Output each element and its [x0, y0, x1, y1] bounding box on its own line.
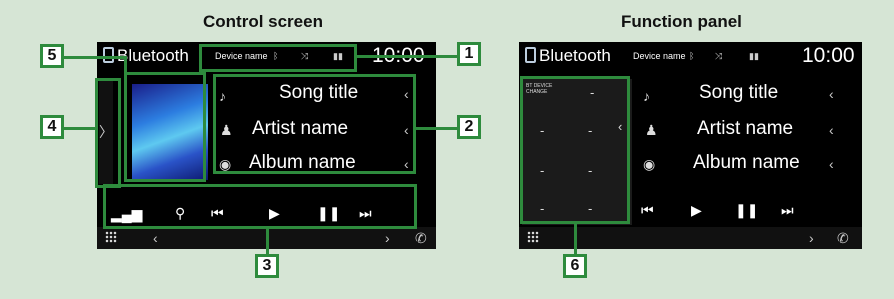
album-name: Album name: [249, 152, 356, 173]
panel-dash-5[interactable]: -: [588, 163, 592, 178]
function-panel-screen: Bluetooth Device name ᛒ ⤨ ▮▮ 10:00 BT DE…: [519, 42, 862, 249]
bluetooth-icon-2: ᛒ: [689, 51, 695, 61]
music-note-icon: ♪: [219, 88, 226, 104]
signal-icon: ▮▮: [333, 51, 343, 61]
song-chevron-icon-2[interactable]: ‹: [829, 86, 834, 102]
function-panel: BT DEVICE CHANGE - - - ‹ - - - -: [522, 79, 632, 225]
shuffle-icon-2: ⤨: [715, 51, 723, 61]
search-icon[interactable]: ⚲: [175, 205, 185, 222]
previous-icon[interactable]: ⏮: [211, 205, 224, 222]
album-art[interactable]: [132, 84, 208, 180]
next-icon-2[interactable]: ⏭: [781, 202, 794, 219]
control-screen: Bluetooth Device name ᛒ ⤨ ▮▮ 10:00 〉 ♪ S…: [97, 42, 436, 249]
callout-line-2: [416, 127, 457, 130]
callout-number-2: 2: [457, 115, 481, 139]
equalizer-icon[interactable]: ▂▄▆: [111, 206, 142, 223]
left-chevron-icon[interactable]: ‹: [153, 230, 158, 246]
top-bar-2: Bluetooth Device name ᛒ ⤨ ▮▮ 10:00: [519, 42, 862, 70]
pause-icon-2[interactable]: ❚❚: [735, 202, 758, 219]
callout-line-5: [64, 56, 124, 59]
panel-dash-3[interactable]: -: [588, 123, 592, 138]
panel-dash-2[interactable]: -: [540, 123, 544, 138]
callout-line-3: [266, 229, 269, 254]
callout-number-6: 6: [563, 254, 587, 278]
song-title-2: Song title: [699, 82, 779, 103]
artist-chevron-icon[interactable]: ‹: [404, 122, 409, 138]
artist-icon: ♟: [220, 122, 233, 138]
signal-icon-2: ▮▮: [749, 51, 759, 61]
callout-number-3: 3: [255, 254, 279, 278]
bluetooth-icon: ᛒ: [273, 51, 279, 61]
bottom-bar-2: › ✆: [519, 227, 862, 249]
album-chevron-icon-2[interactable]: ‹: [829, 156, 834, 172]
next-icon[interactable]: ⏭: [359, 205, 372, 222]
panel-collapse-chevron-icon[interactable]: ‹: [618, 119, 622, 134]
panel-dash-7[interactable]: -: [588, 201, 592, 216]
previous-icon-2[interactable]: ⏮: [641, 202, 654, 219]
disc-icon: ◉: [219, 156, 232, 172]
source-label-2[interactable]: Bluetooth: [539, 46, 611, 66]
device-name-2: Device name: [633, 51, 686, 61]
album-chevron-icon[interactable]: ‹: [404, 156, 409, 172]
artist-name: Artist name: [252, 118, 349, 139]
phone-call-icon-2[interactable]: ✆: [837, 230, 849, 247]
phone-icon-2: [525, 47, 536, 63]
artist-icon-2: ♟: [645, 122, 658, 138]
function-panel-heading: Function panel: [621, 12, 742, 31]
artist-chevron-icon-2[interactable]: ‹: [829, 122, 834, 138]
menu-grid-icon-2[interactable]: [527, 231, 539, 243]
right-chevron-icon-2[interactable]: ›: [809, 230, 814, 246]
function-panel-tab[interactable]: 〉: [99, 80, 113, 184]
song-title: Song title: [279, 82, 359, 103]
callout-number-4: 4: [40, 115, 64, 139]
callout-line-6: [574, 224, 577, 254]
callout-line-1: [357, 55, 457, 58]
callout-number-5: 5: [40, 44, 64, 68]
callout-line-4: [64, 127, 95, 130]
panel-dash-4[interactable]: -: [540, 163, 544, 178]
right-chevron-icon[interactable]: ›: [385, 230, 390, 246]
callout-number-1: 1: [457, 42, 481, 66]
panel-dash-1[interactable]: -: [590, 85, 594, 100]
panel-dash-6[interactable]: -: [540, 201, 544, 216]
callout-line-5b: [124, 56, 127, 72]
phone-icon: [103, 47, 114, 63]
clock-2: 10:00: [802, 44, 855, 67]
play-icon[interactable]: ▶: [269, 205, 280, 222]
pause-icon[interactable]: ❚❚: [317, 205, 340, 222]
phone-call-icon[interactable]: ✆: [415, 230, 427, 247]
song-chevron-icon[interactable]: ‹: [404, 86, 409, 102]
play-icon-2[interactable]: ▶: [691, 202, 702, 219]
device-name: Device name: [215, 51, 268, 61]
shuffle-icon: ⤨: [301, 51, 309, 61]
artist-name-2: Artist name: [697, 118, 794, 139]
bt-device-change-button[interactable]: BT DEVICE CHANGE: [526, 83, 566, 95]
disc-icon-2: ◉: [643, 156, 656, 172]
album-name-2: Album name: [693, 152, 800, 173]
source-label[interactable]: Bluetooth: [117, 46, 189, 66]
control-screen-heading: Control screen: [203, 12, 323, 31]
music-note-icon-2: ♪: [643, 88, 650, 104]
menu-grid-icon[interactable]: [105, 231, 117, 243]
